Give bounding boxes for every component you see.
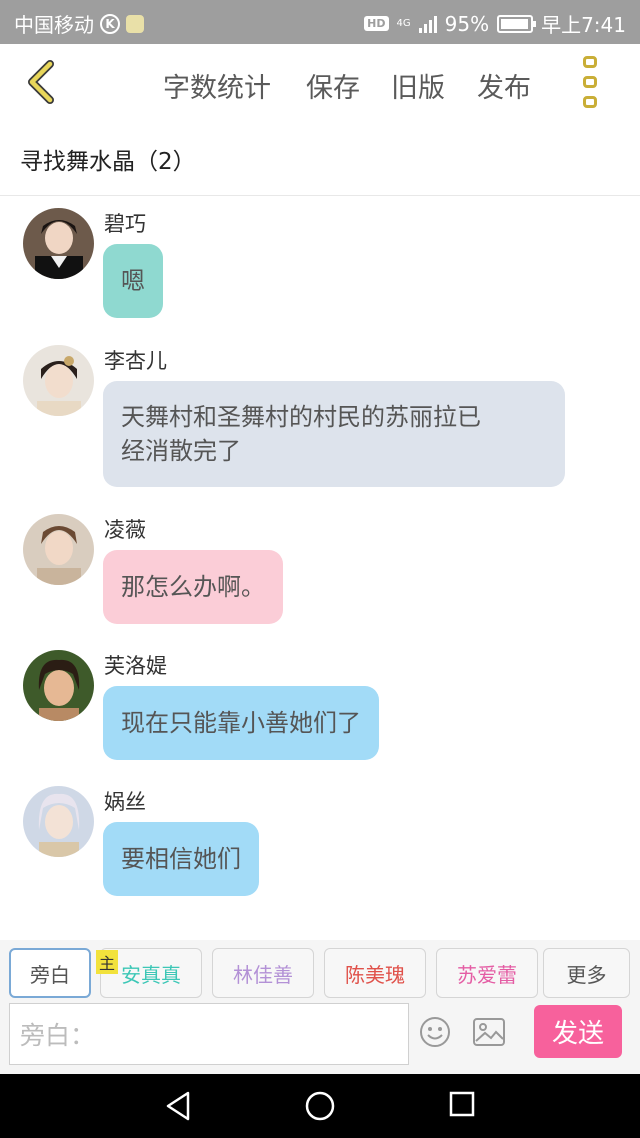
speaker-name: 李杏儿	[104, 349, 167, 373]
carrier-group: 中国移动 K	[14, 9, 144, 38]
character-button[interactable]: 林佳善	[212, 948, 314, 998]
battery-icon	[497, 14, 537, 33]
host-tag: 主	[96, 950, 118, 974]
message-bubble[interactable]: 那怎么办啊。	[103, 550, 283, 624]
message-text-line: 天舞村和圣舞村的村民的苏丽拉已	[121, 403, 481, 431]
story-title-row: 寻找舞水晶（2）	[0, 120, 640, 196]
nav-home-icon[interactable]	[304, 1090, 336, 1122]
avatar[interactable]	[23, 786, 94, 857]
message-bubble[interactable]: 要相信她们	[103, 822, 259, 896]
app-notification-icon	[126, 14, 144, 33]
network-type: 4G	[396, 17, 411, 29]
avatar[interactable]	[23, 650, 94, 721]
character-button[interactable]: 陈美瑰	[324, 948, 426, 998]
send-button[interactable]: 发送	[534, 1005, 622, 1058]
speaker-name: 芙洛媞	[104, 654, 167, 678]
battery-percent: 95%	[444, 11, 490, 36]
smiley-icon	[420, 1017, 450, 1047]
input-bar: 旁白： 发送	[0, 1000, 640, 1074]
system-nav-bar	[0, 1074, 640, 1138]
image-icon	[473, 1018, 505, 1046]
message-input[interactable]: 旁白：	[9, 1003, 409, 1065]
more-menu-icon[interactable]	[578, 56, 602, 108]
clock: 早上7:41	[541, 13, 626, 37]
signal-icon	[418, 15, 437, 33]
speaker-name: 凌薇	[104, 518, 146, 542]
top-toolbar: 字数统计 保存 旧版 发布	[0, 44, 640, 120]
avatar[interactable]	[23, 514, 94, 585]
old-version-button[interactable]: 旧版	[391, 66, 445, 105]
k-badge-icon: K	[100, 13, 120, 34]
carrier-name: 中国移动	[14, 13, 94, 37]
toolbar-actions: 字数统计 保存 旧版 发布	[0, 66, 640, 104]
message-bubble[interactable]: 天舞村和圣舞村的村民的苏丽拉已 经消散完了	[103, 381, 565, 487]
publish-button[interactable]: 发布	[477, 66, 531, 105]
save-button[interactable]: 保存	[306, 66, 360, 105]
nav-back-icon[interactable]	[164, 1090, 192, 1122]
word-count-button[interactable]: 字数统计	[163, 66, 271, 105]
speaker-name: 碧巧	[104, 212, 146, 236]
image-button[interactable]	[472, 1017, 506, 1047]
character-button-narrator[interactable]: 旁白	[9, 948, 91, 998]
message-bubble[interactable]: 嗯	[103, 244, 163, 318]
avatar[interactable]	[23, 345, 94, 416]
speaker-name: 娲丝	[104, 790, 146, 814]
message-bubble[interactable]: 现在只能靠小善她们了	[103, 686, 379, 760]
nav-recents-icon[interactable]	[448, 1090, 476, 1118]
character-button[interactable]: 苏爱蕾	[436, 948, 538, 998]
more-characters-button[interactable]: 更多	[543, 948, 630, 998]
hd-icon: HD	[364, 16, 389, 31]
avatar[interactable]	[23, 208, 94, 279]
emoji-button[interactable]	[419, 1016, 451, 1048]
message-text-line: 经消散完了	[121, 437, 241, 465]
story-title: 寻找舞水晶（2）	[20, 149, 196, 175]
status-right: HD 4G 95% 早上7:41	[364, 9, 626, 38]
status-bar: 中国移动 K HD 4G 95% 早上7:41	[0, 0, 640, 44]
